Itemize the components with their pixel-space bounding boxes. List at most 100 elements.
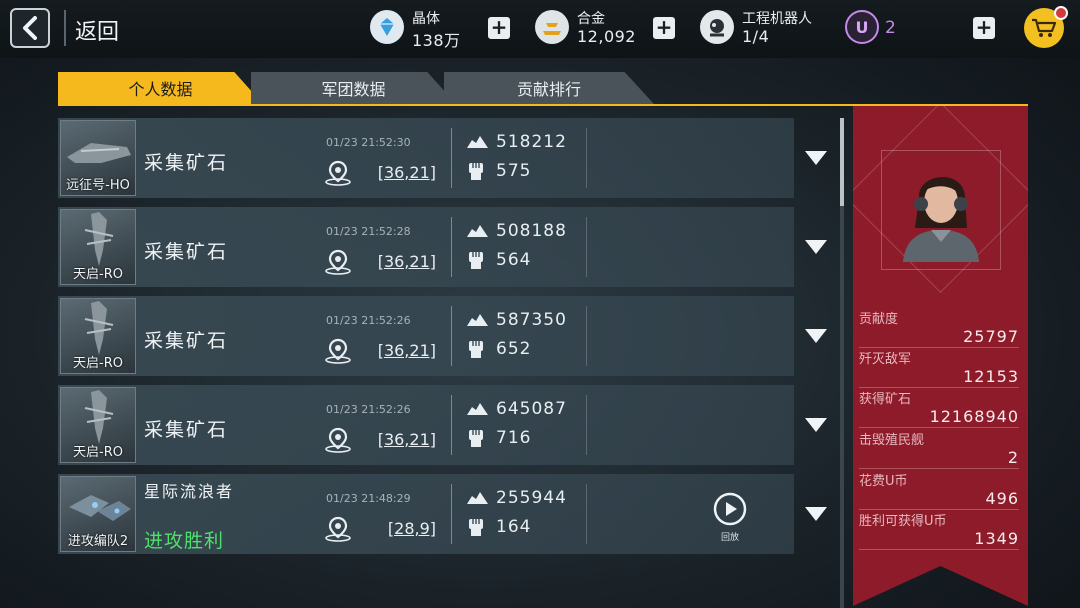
power-value: 652 (496, 339, 532, 359)
add-crystal-button[interactable]: + (488, 17, 510, 39)
divider (586, 395, 587, 455)
record-time: 01/23 21:52:26 (326, 403, 411, 416)
ucoin-resource: U 2 (845, 6, 905, 50)
coordinate-link[interactable]: [36,21] (366, 163, 436, 182)
alloy-value: 12,092 (577, 27, 636, 46)
record-time: 01/23 21:52:26 (326, 314, 411, 327)
fist-icon (469, 519, 483, 536)
ship-thumbnail: 天启-RO (60, 387, 136, 463)
ship-thumbnail: 天启-RO (60, 209, 136, 285)
expand-icon[interactable] (804, 506, 828, 522)
alloy-resource: 合金 12,092 (535, 6, 650, 50)
fist-icon (469, 163, 483, 180)
avatar (903, 176, 979, 262)
stat-colony-ships-destroyed: 击毁殖民舰 2 (859, 429, 1019, 469)
record-row[interactable]: 天启-RO 采集矿石 01/23 21:52:26 [36,21] 587350… (58, 296, 827, 376)
expand-icon[interactable] (804, 417, 828, 433)
coordinate-link[interactable]: [36,21] (366, 252, 436, 271)
location-pin-icon (325, 160, 351, 186)
expand-icon[interactable] (804, 328, 828, 344)
location-pin-icon (325, 427, 351, 453)
power-value: 575 (496, 161, 532, 181)
divider (451, 484, 452, 544)
coordinate-link[interactable]: [28,9] (366, 519, 436, 538)
crystal-resource: 晶体 138万 (370, 6, 480, 50)
fleet-icon (69, 495, 131, 521)
replay-button[interactable]: 回放 (713, 492, 747, 543)
record-title: 采集矿石 (144, 241, 229, 263)
coordinate-link[interactable]: [36,21] (366, 430, 436, 449)
record-title: 采集矿石 (144, 152, 229, 174)
shop-button[interactable] (1024, 6, 1068, 48)
tab-legion-data[interactable]: 军团数据 (251, 72, 456, 104)
scrollbar-thumb[interactable] (840, 118, 844, 206)
coordinate-link[interactable]: [36,21] (366, 341, 436, 360)
record-time: 01/23 21:52:28 (326, 225, 411, 238)
stat-contribution: 贡献度 25797 (859, 308, 1019, 348)
robot-icon (700, 10, 734, 44)
divider (586, 306, 587, 366)
record-row[interactable]: 天启-RO 采集矿石 01/23 21:52:28 [36,21] 508188… (58, 207, 827, 287)
ship-thumbnail: 天启-RO (60, 298, 136, 374)
power-value: 564 (496, 250, 532, 270)
tab-underline (58, 104, 1028, 106)
ore-icon (467, 492, 488, 504)
divider (451, 217, 452, 277)
stat-label: 击毁殖民舰 (859, 433, 925, 448)
crystal-label: 晶体 (412, 11, 440, 27)
stat-label: 花费U币 (859, 474, 908, 489)
stat-victory-ucoin: 胜利可获得U币 1349 (859, 510, 1019, 550)
ship-thumbnail: 进攻编队2 (60, 476, 136, 552)
ore-value: 587350 (496, 310, 567, 330)
divider (451, 128, 452, 188)
record-row[interactable]: 天启-RO 采集矿石 01/23 21:52:26 [36,21] 645087… (58, 385, 827, 465)
robot-value: 1/4 (742, 27, 770, 46)
crystal-icon (370, 10, 404, 44)
ore-value: 645087 (496, 399, 567, 419)
ore-icon (467, 225, 488, 237)
stat-ore-obtained: 获得矿石 12168940 (859, 388, 1019, 428)
play-icon (713, 492, 747, 526)
record-title: 采集矿石 (144, 419, 229, 441)
stat-value: 2 (859, 448, 1019, 469)
ship-icon (84, 390, 114, 444)
expand-icon[interactable] (804, 239, 828, 255)
robot-label: 工程机器人 (742, 11, 812, 27)
record-title: 采集矿石 (144, 330, 229, 352)
stat-label: 获得矿石 (859, 392, 912, 407)
fist-icon (469, 252, 483, 269)
location-pin-icon (325, 516, 351, 542)
divider (64, 10, 66, 46)
record-row[interactable]: 远征号-HO 采集矿石 01/23 21:52:30 [36,21] 51821… (58, 118, 827, 198)
battle-result: 进攻胜利 (144, 530, 225, 552)
expand-icon[interactable] (804, 150, 828, 166)
notification-dot (1054, 6, 1068, 20)
u-coin-icon: U (845, 10, 879, 44)
tab-personal-data[interactable]: 个人数据 (58, 72, 263, 104)
add-alloy-button[interactable]: + (653, 17, 675, 39)
fist-icon (469, 341, 483, 358)
power-value: 164 (496, 517, 532, 537)
back-button[interactable] (10, 8, 50, 48)
record-title: 星际流浪者 (144, 482, 235, 501)
record-row[interactable]: 进攻编队2 星际流浪者 进攻胜利 01/23 21:48:29 [28,9] 2… (58, 474, 827, 554)
alloy-icon (535, 10, 569, 44)
stat-value: 12153 (859, 367, 1019, 388)
replay-label: 回放 (720, 533, 739, 543)
back-label[interactable]: 返回 (75, 14, 119, 46)
add-ucoin-button[interactable]: + (973, 17, 995, 39)
divider (586, 484, 587, 544)
stat-label: 歼灭敌军 (859, 352, 912, 367)
top-bar: 返回 晶体 138万 + 合金 12,092 + 工程机器人 1/4 U 2 + (0, 0, 1080, 58)
fist-icon (469, 430, 483, 447)
location-pin-icon (325, 249, 351, 275)
ship-name: 远征号-HO (66, 178, 130, 193)
tab-contribution-ranking[interactable]: 贡献排行 (444, 72, 654, 104)
stat-label: 贡献度 (859, 312, 899, 327)
stat-value: 25797 (859, 327, 1019, 348)
divider (586, 128, 587, 188)
ore-value: 255944 (496, 488, 567, 508)
stat-value: 496 (859, 489, 1019, 510)
ship-name: 天启-RO (73, 267, 123, 282)
ship-name: 进攻编队2 (67, 534, 129, 549)
